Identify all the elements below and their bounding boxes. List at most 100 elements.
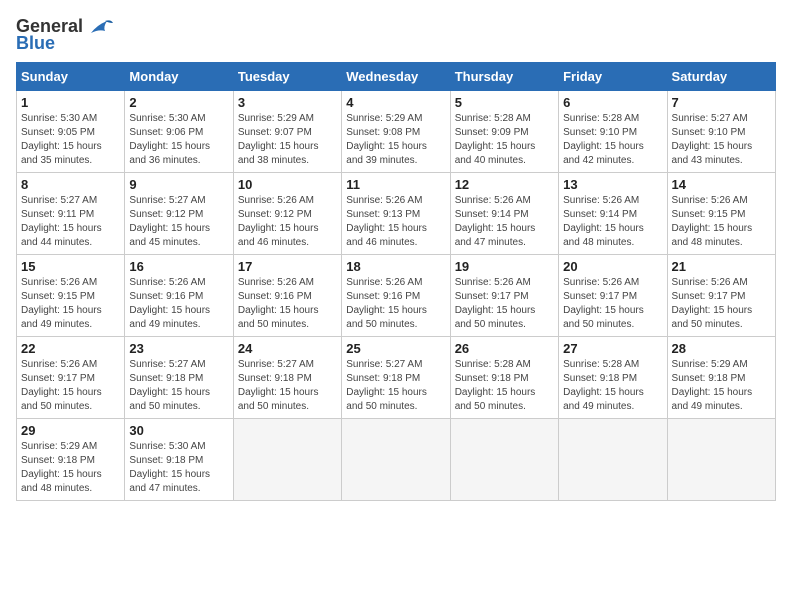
page-header: General Blue: [16, 16, 776, 54]
day-cell: [667, 419, 775, 501]
day-cell: 24Sunrise: 5:27 AM Sunset: 9:18 PM Dayli…: [233, 337, 341, 419]
day-number: 8: [21, 177, 120, 192]
day-info: Sunrise: 5:26 AM Sunset: 9:17 PM Dayligh…: [21, 358, 120, 414]
logo: General Blue: [16, 16, 115, 54]
week-row-3: 15 Sunrise: 5:26 AM Sunset: 9:15 PM Dayli…: [17, 255, 776, 337]
day-info: Sunrise: 5:27 AM Sunset: 9:18 PM Dayligh…: [129, 358, 228, 414]
day-cell: 14 Sunrise: 5:26 AM Sunset: 9:15 PM Dayli…: [667, 173, 775, 255]
day-number: 1: [21, 95, 120, 110]
day-info: Sunrise: 5:29 AM Sunset: 9:18 PM Dayligh…: [672, 358, 771, 414]
day-number: 11: [346, 177, 445, 192]
day-cell: 3 Sunrise: 5:29 AM Sunset: 9:07 PM Daylig…: [233, 91, 341, 173]
day-number: 29: [21, 423, 120, 438]
day-cell: 30 Sunrise: 5:30 AM Sunset: 9:18 PM Dayli…: [125, 419, 233, 501]
day-cell: 18Sunrise: 5:26 AM Sunset: 9:16 PM Dayli…: [342, 255, 450, 337]
day-info: Sunrise: 5:26 AM Sunset: 9:13 PM Dayligh…: [346, 194, 445, 250]
day-number: 17: [238, 259, 337, 274]
day-cell: 20 Sunrise: 5:26 AM Sunset: 9:17 PM Dayli…: [559, 255, 667, 337]
day-info: Sunrise: 5:26 AM Sunset: 9:16 PM Dayligh…: [238, 276, 337, 332]
day-info: Sunrise: 5:30 AM Sunset: 9:06 PM Dayligh…: [129, 112, 228, 168]
day-info: Sunrise: 5:26 AM Sunset: 9:14 PM Dayligh…: [455, 194, 554, 250]
header-tuesday: Tuesday: [233, 63, 341, 91]
day-number: 28: [672, 341, 771, 356]
header-saturday: Saturday: [667, 63, 775, 91]
day-number: 5: [455, 95, 554, 110]
day-cell: 28 Sunrise: 5:29 AM Sunset: 9:18 PM Dayli…: [667, 337, 775, 419]
day-number: 15: [21, 259, 120, 274]
day-info: Sunrise: 5:26 AM Sunset: 9:15 PM Dayligh…: [672, 194, 771, 250]
week-row-5: 29 Sunrise: 5:29 AM Sunset: 9:18 PM Dayli…: [17, 419, 776, 501]
day-cell: 7Sunrise: 5:27 AM Sunset: 9:10 PM Daylig…: [667, 91, 775, 173]
header-thursday: Thursday: [450, 63, 558, 91]
week-row-1: 1 Sunrise: 5:30 AM Sunset: 9:05 PM Daylig…: [17, 91, 776, 173]
day-cell: 4 Sunrise: 5:29 AM Sunset: 9:08 PM Daylig…: [342, 91, 450, 173]
day-number: 23: [129, 341, 228, 356]
day-cell: 11 Sunrise: 5:26 AM Sunset: 9:13 PM Dayli…: [342, 173, 450, 255]
day-cell: 26Sunrise: 5:28 AM Sunset: 9:18 PM Dayli…: [450, 337, 558, 419]
day-number: 16: [129, 259, 228, 274]
day-number: 19: [455, 259, 554, 274]
day-info: Sunrise: 5:26 AM Sunset: 9:15 PM Dayligh…: [21, 276, 120, 332]
day-info: Sunrise: 5:26 AM Sunset: 9:16 PM Dayligh…: [129, 276, 228, 332]
day-info: Sunrise: 5:29 AM Sunset: 9:08 PM Dayligh…: [346, 112, 445, 168]
day-info: Sunrise: 5:27 AM Sunset: 9:18 PM Dayligh…: [346, 358, 445, 414]
day-cell: 22 Sunrise: 5:26 AM Sunset: 9:17 PM Dayli…: [17, 337, 125, 419]
day-number: 30: [129, 423, 228, 438]
week-row-4: 22 Sunrise: 5:26 AM Sunset: 9:17 PM Dayli…: [17, 337, 776, 419]
day-number: 27: [563, 341, 662, 356]
day-cell: [559, 419, 667, 501]
day-number: 22: [21, 341, 120, 356]
day-info: Sunrise: 5:29 AM Sunset: 9:07 PM Dayligh…: [238, 112, 337, 168]
day-cell: 8 Sunrise: 5:27 AM Sunset: 9:11 PM Daylig…: [17, 173, 125, 255]
day-info: Sunrise: 5:26 AM Sunset: 9:17 PM Dayligh…: [563, 276, 662, 332]
day-cell: 15 Sunrise: 5:26 AM Sunset: 9:15 PM Dayli…: [17, 255, 125, 337]
day-number: 12: [455, 177, 554, 192]
day-cell: 29 Sunrise: 5:29 AM Sunset: 9:18 PM Dayli…: [17, 419, 125, 501]
day-number: 4: [346, 95, 445, 110]
day-cell: 5 Sunrise: 5:28 AM Sunset: 9:09 PM Daylig…: [450, 91, 558, 173]
day-cell: 19Sunrise: 5:26 AM Sunset: 9:17 PM Dayli…: [450, 255, 558, 337]
day-number: 14: [672, 177, 771, 192]
day-info: Sunrise: 5:27 AM Sunset: 9:11 PM Dayligh…: [21, 194, 120, 250]
day-cell: 13 Sunrise: 5:26 AM Sunset: 9:14 PM Dayli…: [559, 173, 667, 255]
day-cell: 2Sunrise: 5:30 AM Sunset: 9:06 PM Daylig…: [125, 91, 233, 173]
day-info: Sunrise: 5:29 AM Sunset: 9:18 PM Dayligh…: [21, 440, 120, 496]
day-cell: 1 Sunrise: 5:30 AM Sunset: 9:05 PM Daylig…: [17, 91, 125, 173]
day-cell: [233, 419, 341, 501]
header-friday: Friday: [559, 63, 667, 91]
day-number: 18: [346, 259, 445, 274]
day-number: 3: [238, 95, 337, 110]
day-number: 25: [346, 341, 445, 356]
day-info: Sunrise: 5:30 AM Sunset: 9:18 PM Dayligh…: [129, 440, 228, 496]
day-number: 13: [563, 177, 662, 192]
day-cell: 25 Sunrise: 5:27 AM Sunset: 9:18 PM Dayli…: [342, 337, 450, 419]
day-cell: 9 Sunrise: 5:27 AM Sunset: 9:12 PM Daylig…: [125, 173, 233, 255]
day-number: 6: [563, 95, 662, 110]
day-cell: 17 Sunrise: 5:26 AM Sunset: 9:16 PM Dayli…: [233, 255, 341, 337]
day-info: Sunrise: 5:27 AM Sunset: 9:12 PM Dayligh…: [129, 194, 228, 250]
day-info: Sunrise: 5:28 AM Sunset: 9:18 PM Dayligh…: [563, 358, 662, 414]
week-row-2: 8 Sunrise: 5:27 AM Sunset: 9:11 PM Daylig…: [17, 173, 776, 255]
header-wednesday: Wednesday: [342, 63, 450, 91]
day-number: 10: [238, 177, 337, 192]
day-info: Sunrise: 5:27 AM Sunset: 9:10 PM Dayligh…: [672, 112, 771, 168]
day-info: Sunrise: 5:28 AM Sunset: 9:18 PM Dayligh…: [455, 358, 554, 414]
day-cell: 23 Sunrise: 5:27 AM Sunset: 9:18 PM Dayli…: [125, 337, 233, 419]
day-info: Sunrise: 5:30 AM Sunset: 9:05 PM Dayligh…: [21, 112, 120, 168]
logo-blue: Blue: [16, 33, 55, 54]
day-info: Sunrise: 5:26 AM Sunset: 9:14 PM Dayligh…: [563, 194, 662, 250]
day-cell: 12 Sunrise: 5:26 AM Sunset: 9:14 PM Dayli…: [450, 173, 558, 255]
day-number: 21: [672, 259, 771, 274]
logo-bird-icon: [87, 17, 115, 37]
day-info: Sunrise: 5:28 AM Sunset: 9:09 PM Dayligh…: [455, 112, 554, 168]
day-info: Sunrise: 5:26 AM Sunset: 9:17 PM Dayligh…: [672, 276, 771, 332]
day-info: Sunrise: 5:28 AM Sunset: 9:10 PM Dayligh…: [563, 112, 662, 168]
day-cell: 6 Sunrise: 5:28 AM Sunset: 9:10 PM Daylig…: [559, 91, 667, 173]
day-cell: [450, 419, 558, 501]
day-number: 24: [238, 341, 337, 356]
day-number: 9: [129, 177, 228, 192]
header-monday: Monday: [125, 63, 233, 91]
day-number: 20: [563, 259, 662, 274]
calendar-table: SundayMondayTuesdayWednesdayThursdayFrid…: [16, 62, 776, 501]
header-row: SundayMondayTuesdayWednesdayThursdayFrid…: [17, 63, 776, 91]
